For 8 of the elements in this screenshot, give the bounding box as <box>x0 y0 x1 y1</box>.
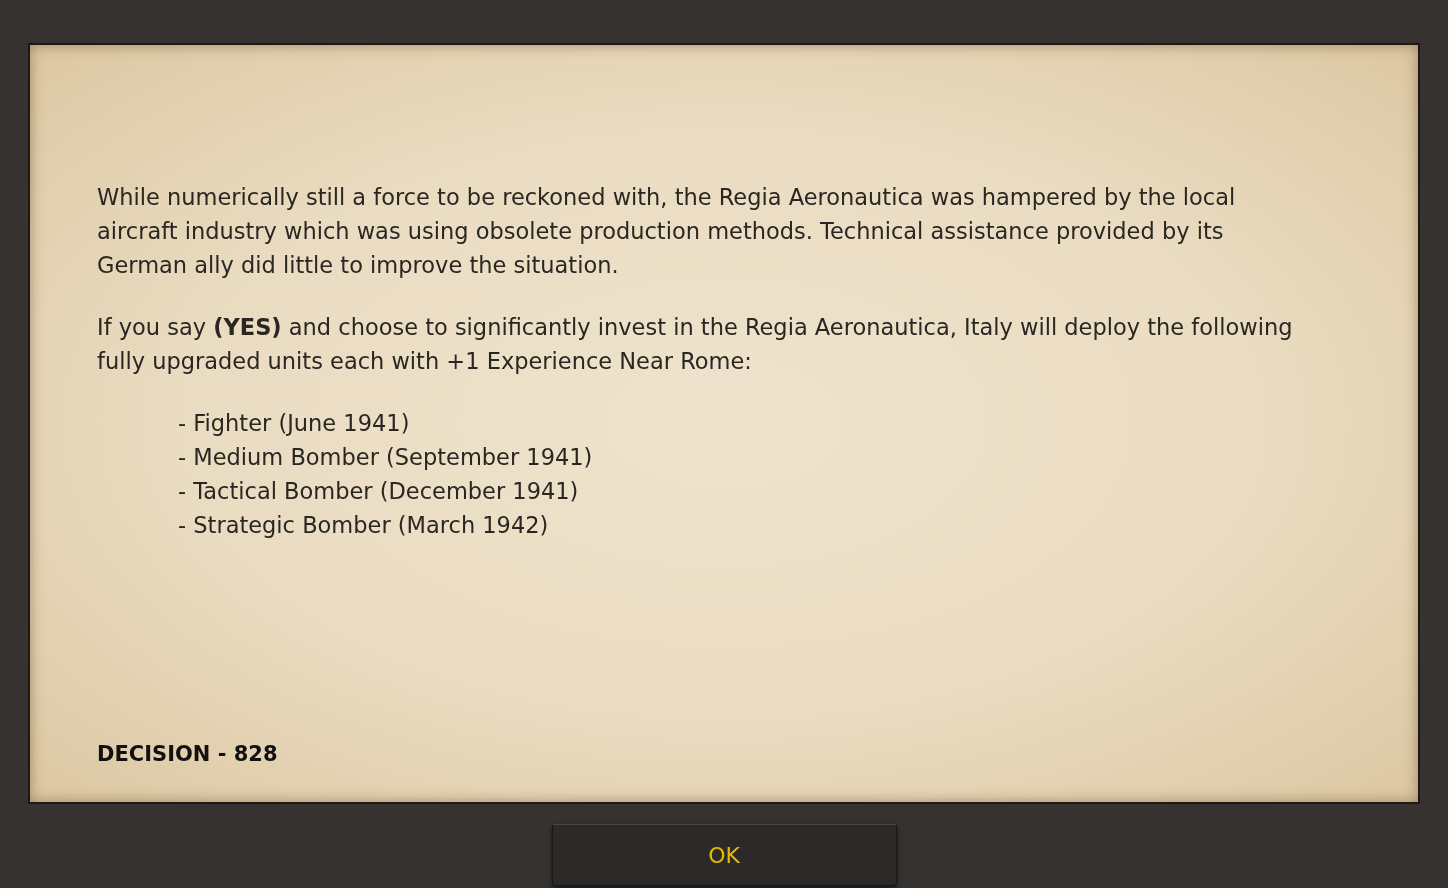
unit-list-item: - Fighter (June 1941) <box>178 409 410 438</box>
message-paragraph: If you say (YES) and choose to significantly invest in the Regia Aeronautica, Italy will deploy the following fully upgraded units each with +1 Experience Near Rome: <box>97 313 1294 376</box>
ok-button[interactable]: OK <box>551 824 897 886</box>
unit-list-item: - Medium Bomber (September 1941) <box>178 443 593 472</box>
unit-list-item: - Tactical Bomber (December 1941) <box>178 477 579 506</box>
message-paragraph: While numerically still a force to be reckoned with, the Regia Aeronautica was hampered by the local aircraft industry which was using obsolete production methods. Technical assistance provided by its German ally did little to improve the situation. <box>97 183 1237 280</box>
decision-number: DECISION - 828 <box>97 742 278 766</box>
unit-list-item: - Strategic Bomber (March 1942) <box>178 511 549 540</box>
